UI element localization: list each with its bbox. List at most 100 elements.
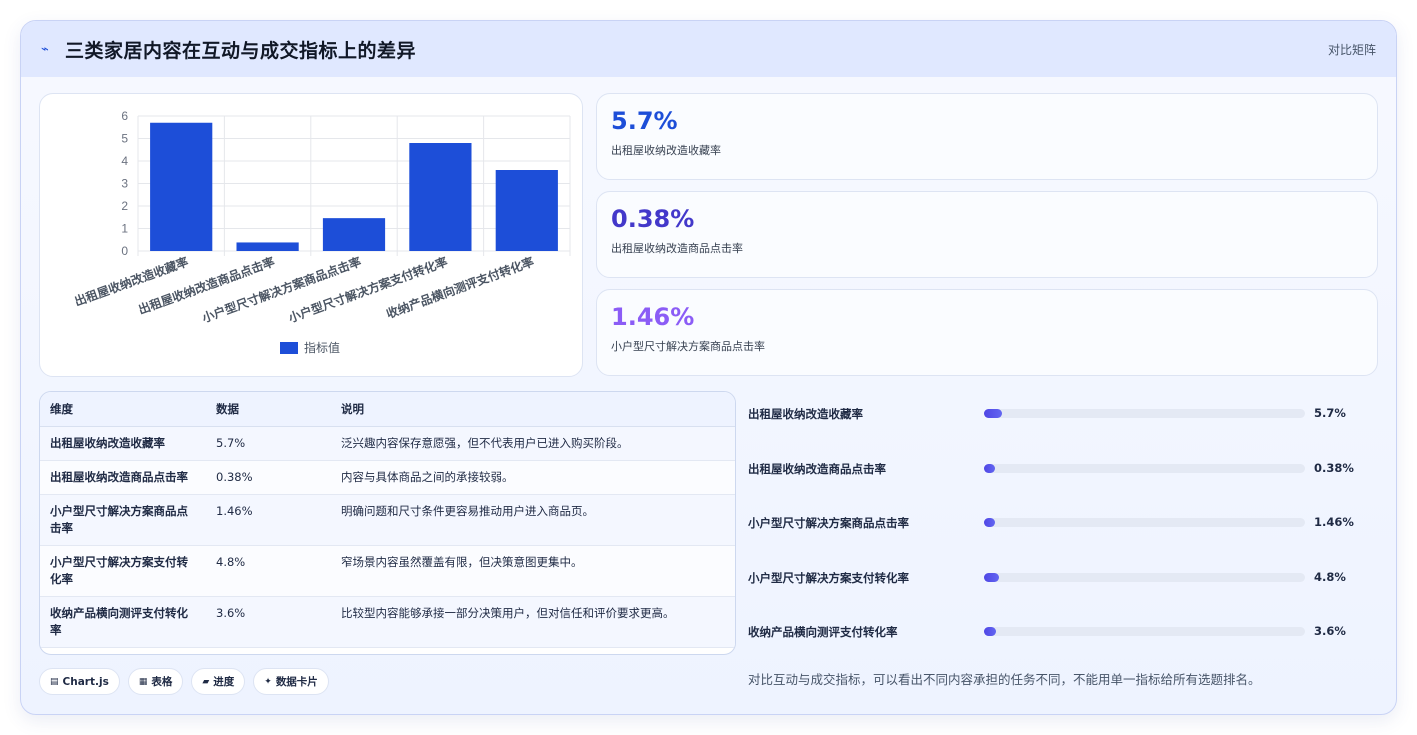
progress-row: 小户型尺寸解决方案支付转化率 4.8%	[748, 558, 1368, 613]
bar-chart-card: 0 1 2 3 4 5 6 出租屋收纳改造收藏率 出租屋收纳改造商品点击率 小户型尺寸解决方案商品…	[39, 93, 583, 377]
x-tick-label: 小户型尺寸解决方案支付转化率	[286, 254, 449, 326]
x-tick-label: 收纳产品横向测评支付转化率	[384, 254, 536, 321]
y-tick-label: 0	[121, 244, 128, 258]
table-cell-dimension: 出租屋收纳改造商品点击率	[40, 460, 206, 495]
progress-fill	[984, 627, 996, 636]
y-tick-label: 6	[121, 109, 128, 123]
chart-icon: ▤	[50, 676, 59, 687]
table-cell-data: 3.6%	[206, 596, 331, 648]
progress-label: 小户型尺寸解决方案支付转化率	[748, 570, 909, 585]
chip-progress[interactable]: ▰ 进度	[191, 668, 246, 695]
progress-track	[984, 572, 1305, 582]
progress-label: 出租屋收纳改造商品点击率	[748, 461, 886, 476]
data-table: 维度 数据 说明 出租屋收纳改造收藏率 5.7% 泛兴趣内容保存意愿强，但不代表…	[40, 392, 735, 648]
chip-label: Chart.js	[62, 675, 109, 688]
progress-row: 小户型尺寸解决方案商品点击率 1.46%	[748, 503, 1368, 558]
progress-fill	[984, 463, 995, 473]
progress-icon: ▰	[202, 676, 210, 687]
chip-data-card[interactable]: ✦ 数据卡片	[253, 668, 329, 695]
chip-label: 数据卡片	[275, 676, 318, 688]
legend-swatch	[280, 342, 298, 354]
table-cell-note: 明确问题和尺寸条件更容易推动用户进入商品页。	[331, 494, 735, 546]
chart-bar	[409, 143, 472, 251]
table-row: 小户型尺寸解决方案商品点击率 1.46% 明确问题和尺寸条件更容易推动用户进入商…	[40, 494, 735, 546]
stat-label: 出租屋收纳改造收藏率	[611, 144, 721, 157]
progress-value: 4.8%	[1314, 569, 1346, 584]
main-panel: ⌁ 三类家居内容在互动与成交指标上的差异 对比矩阵 0 1 2 3 4 5 6 出租屋收纳改造…	[20, 20, 1397, 715]
legend-label: 指标值	[304, 340, 340, 355]
stat-label: 小户型尺寸解决方案商品点击率	[611, 340, 765, 353]
chart-bar	[322, 218, 386, 251]
table-cell-data: 4.8%	[206, 545, 331, 597]
progress-value: 0.38%	[1314, 460, 1354, 475]
table-cell-note: 比较型内容能够承接一部分决策用户，但对信任和评价要求更高。	[331, 596, 735, 648]
progress-value: 5.7%	[1314, 406, 1346, 420]
stat-card: 0.38% 出租屋收纳改造商品点击率	[596, 191, 1378, 278]
chip-label: 进度	[213, 676, 235, 688]
page-title: 三类家居内容在互动与成交指标上的差异	[65, 39, 417, 62]
progress-fill	[984, 572, 1000, 582]
table-icon: ▦	[138, 676, 148, 687]
table-header-data: 数据	[206, 392, 331, 427]
panel-header: ⌁ 三类家居内容在互动与成交指标上的差异 对比矩阵	[21, 21, 1396, 77]
table-cell-data: 5.7%	[206, 426, 331, 461]
table-cell-note: 内容与具体商品之间的承接较弱。	[331, 460, 735, 495]
stat-value: 1.46%	[611, 303, 695, 331]
card-icon: ✦	[264, 676, 272, 687]
table-header-note: 说明	[331, 392, 735, 427]
feature-chips: ▤ Chart.js ▦ 表格 ▰ 进度 ✦ 数据卡片	[39, 668, 329, 695]
table-cell-data: 1.46%	[206, 494, 331, 546]
bar-chart: 0123456出租屋收纳改造收藏率出租屋收纳改造商品点击率小户型尺寸解决方案商品…	[72, 109, 571, 355]
table-cell-dimension: 小户型尺寸解决方案商品点击率	[40, 494, 206, 546]
spark-icon: ⌁	[41, 41, 49, 57]
table-cell-data: 0.38%	[206, 460, 331, 495]
stat-label: 出租屋收纳改造商品点击率	[611, 242, 743, 255]
table-row: 出租屋收纳改造商品点击率 0.38% 内容与具体商品之间的承接较弱。	[40, 460, 735, 495]
y-tick-label: 5	[121, 132, 128, 146]
table-header-row: 维度 数据 说明	[40, 392, 735, 427]
table-row: 收纳产品横向测评支付转化率 3.6% 比较型内容能够承接一部分决策用户，但对信任…	[40, 596, 735, 648]
x-tick-label: 出租屋收纳改造商品点击率	[136, 254, 276, 317]
chart-bar	[236, 242, 299, 251]
progress-row: 出租屋收纳改造商品点击率 0.38%	[748, 449, 1368, 504]
view-tag: 对比矩阵	[1327, 43, 1376, 57]
progress-label: 收纳产品横向测评支付转化率	[748, 625, 898, 639]
stat-card: 1.46% 小户型尺寸解决方案商品点击率	[596, 289, 1378, 376]
chip-label: 表格	[151, 676, 173, 688]
progress-value: 3.6%	[1314, 624, 1346, 638]
y-tick-label: 2	[121, 199, 128, 213]
chart-bar	[150, 122, 213, 251]
table-row: 小户型尺寸解决方案支付转化率 4.8% 窄场景内容虽然覆盖有限，但决策意图更集中…	[40, 545, 735, 597]
table-row: 出租屋收纳改造收藏率 5.7% 泛兴趣内容保存意愿强，但不代表用户已进入购买阶段…	[40, 426, 735, 461]
stat-value: 0.38%	[611, 205, 695, 233]
y-tick-label: 1	[121, 222, 128, 236]
y-tick-label: 3	[121, 177, 128, 191]
table-header-dimension: 维度	[40, 392, 206, 427]
data-table-card: 维度 数据 说明 出租屋收纳改造收藏率 5.7% 泛兴趣内容保存意愿强，但不代表…	[39, 391, 736, 655]
x-tick-label: 小户型尺寸解决方案商品点击率	[200, 254, 363, 326]
table-cell-dimension: 小户型尺寸解决方案支付转化率	[40, 545, 206, 597]
table-cell-note: 窄场景内容虽然覆盖有限，但决策意图更集中。	[331, 545, 735, 597]
progress-fill	[984, 518, 995, 527]
progress-list: 出租屋收纳改造收藏率 5.7% 出租屋收纳改造商品点击率 0.38% 小户型尺寸…	[748, 394, 1368, 667]
progress-label: 出租屋收纳改造收藏率	[748, 407, 863, 421]
progress-value: 1.46%	[1314, 515, 1354, 529]
progress-track	[984, 518, 1305, 527]
progress-row: 出租屋收纳改造收藏率 5.7%	[748, 394, 1368, 449]
table-cell-dimension: 收纳产品横向测评支付转化率	[40, 596, 206, 648]
progress-track	[984, 463, 1305, 473]
progress-track	[984, 627, 1305, 636]
progress-row: 收纳产品横向测评支付转化率 3.6%	[748, 612, 1368, 667]
stat-card: 5.7% 出租屋收纳改造收藏率	[596, 93, 1378, 180]
table-cell-note: 泛兴趣内容保存意愿强，但不代表用户已进入购买阶段。	[331, 426, 735, 461]
y-tick-label: 4	[121, 154, 128, 168]
stat-value: 5.7%	[611, 107, 678, 135]
chip-table[interactable]: ▦ 表格	[127, 668, 184, 695]
progress-track	[984, 409, 1305, 418]
progress-fill	[984, 409, 1003, 418]
chart-bar	[495, 170, 558, 251]
chip-chartjs[interactable]: ▤ Chart.js	[39, 668, 120, 695]
progress-label: 小户型尺寸解决方案商品点击率	[748, 516, 909, 530]
table-cell-dimension: 出租屋收纳改造收藏率	[40, 426, 206, 461]
summary-note: 对比互动与成交指标，可以看出不同内容承担的任务不同，不能用单一指标给所有选题排名…	[748, 672, 1261, 687]
